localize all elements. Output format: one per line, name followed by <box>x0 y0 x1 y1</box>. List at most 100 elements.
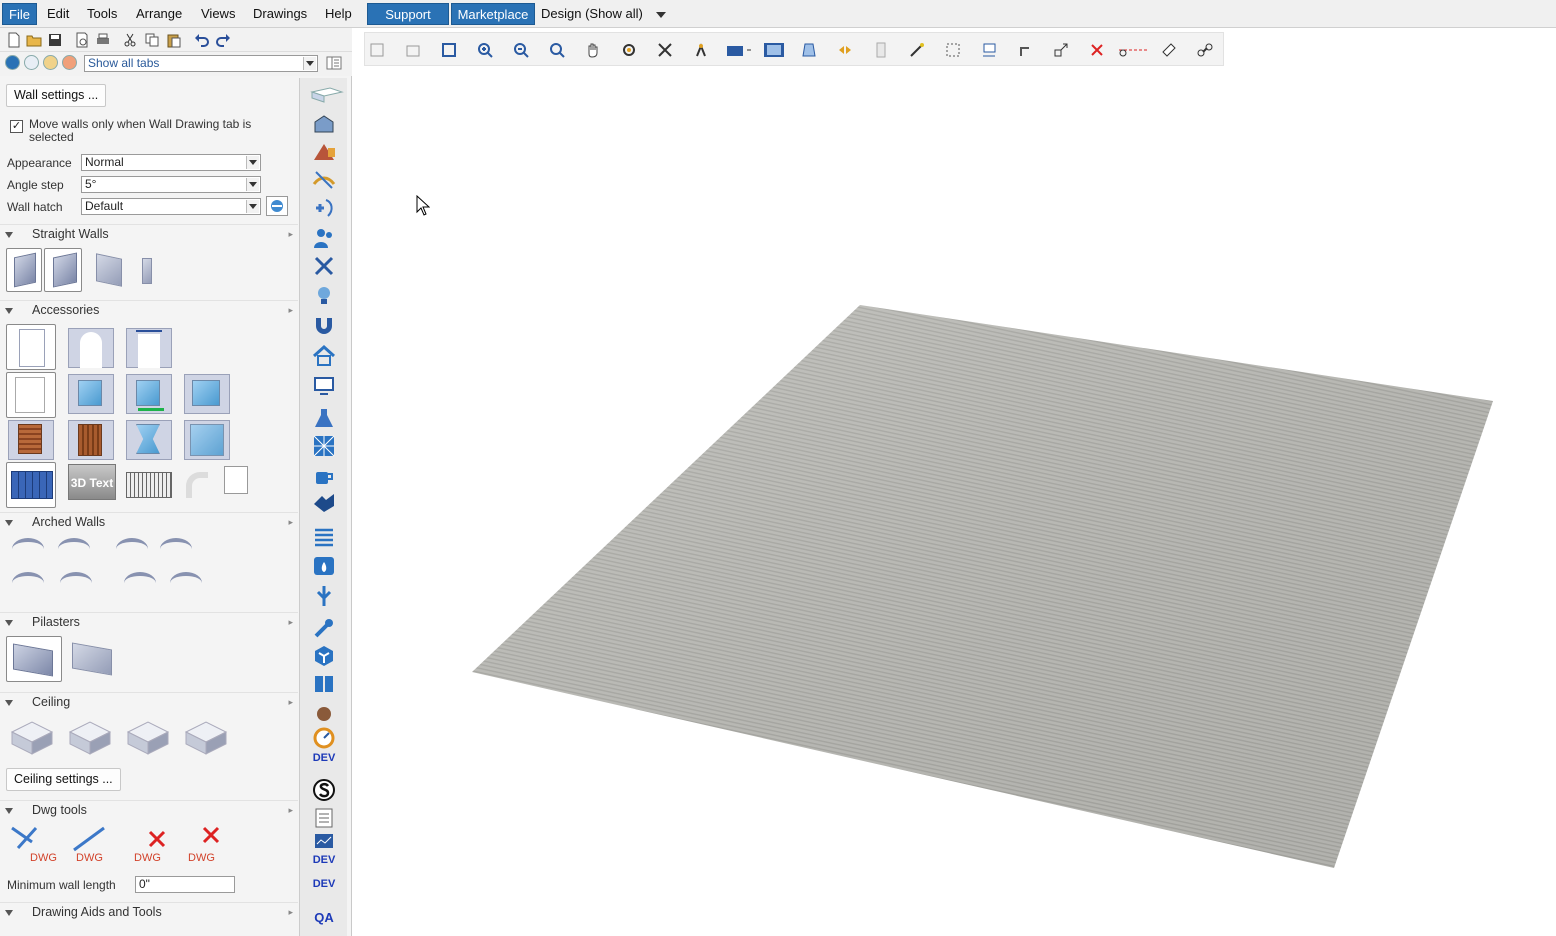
paste-icon[interactable] <box>166 32 182 48</box>
arched-wall-tool-7[interactable] <box>124 572 156 594</box>
appearance-select[interactable]: Normal <box>81 154 261 171</box>
angle-step-select[interactable]: 5° <box>81 176 261 193</box>
arched-wall-tool-1[interactable] <box>12 538 44 560</box>
arched-wall-tool-4[interactable] <box>160 538 192 560</box>
solar-panel-tool[interactable] <box>6 462 56 508</box>
window-tool[interactable] <box>66 372 116 418</box>
pilaster-tool-2[interactable] <box>66 636 122 682</box>
qa-tool-icon[interactable]: QA <box>312 906 336 930</box>
pilaster-tool-1[interactable] <box>6 636 62 682</box>
wall-settings-button[interactable]: Wall settings ... <box>6 84 107 107</box>
tab-right-icon[interactable] <box>62 55 77 70</box>
arched-wall-tool-5[interactable] <box>12 572 44 594</box>
panel-layout-icon[interactable] <box>326 55 342 71</box>
house-3d-icon[interactable] <box>312 112 336 136</box>
wall-panel-icon[interactable] <box>310 84 344 108</box>
lighting-icon[interactable] <box>312 284 336 308</box>
dwg-clear-tool[interactable]: DWG <box>178 824 228 870</box>
section-arched-walls[interactable]: Arched Walls ▸ <box>0 512 298 532</box>
book-icon[interactable] <box>312 672 336 696</box>
wall-hatch-select[interactable]: Default <box>81 198 261 215</box>
sketchup-icon[interactable] <box>312 644 336 668</box>
section-drawing-aids[interactable]: Drawing Aids and Tools ▸ <box>0 902 298 922</box>
section-straight-walls[interactable]: Straight Walls ▸ <box>0 224 298 244</box>
ceiling-tool-4[interactable] <box>184 718 228 758</box>
plumbing-icon[interactable] <box>312 196 336 220</box>
arched-wall-tool-3[interactable] <box>116 538 148 560</box>
chart-icon[interactable] <box>312 830 336 854</box>
tile-pattern-icon[interactable] <box>312 434 336 458</box>
section-dwg-tools[interactable]: Dwg tools ▸ <box>0 800 298 820</box>
drape-tool[interactable] <box>182 418 232 464</box>
straight-wall-tool-3[interactable] <box>88 248 128 292</box>
design-dropdown[interactable]: Design (Show all) <box>535 3 672 25</box>
door-tool[interactable] <box>6 324 56 370</box>
pin-icon[interactable] <box>5 55 20 70</box>
window-height-tool[interactable] <box>182 372 232 418</box>
fireplace-icon[interactable] <box>312 554 336 578</box>
hatch-preview-icon[interactable] <box>266 196 288 216</box>
pet-icon[interactable] <box>312 702 336 726</box>
layers-icon[interactable] <box>312 524 336 548</box>
cut-icon[interactable] <box>122 32 138 48</box>
save-icon[interactable] <box>47 32 63 48</box>
add-tab-icon[interactable] <box>24 55 39 70</box>
dwg-export-tool[interactable]: DWG <box>64 824 114 870</box>
3d-viewport[interactable] <box>356 28 1556 936</box>
s-logo-icon[interactable] <box>312 778 336 802</box>
gauge-icon[interactable] <box>312 726 336 750</box>
people-icon[interactable] <box>312 226 336 250</box>
dev-tool-icon-3[interactable]: DEV <box>312 878 336 902</box>
tree-icon[interactable] <box>312 584 336 608</box>
pipe-tool[interactable] <box>180 462 216 508</box>
copy-icon[interactable] <box>144 32 160 48</box>
curtain-tool[interactable] <box>124 418 174 464</box>
arched-wall-tool-6[interactable] <box>60 572 92 594</box>
tab-filter-select[interactable]: Show all tabs <box>84 55 318 72</box>
min-wall-length-input[interactable]: 0" <box>135 876 235 893</box>
arched-wall-tool-2[interactable] <box>58 538 90 560</box>
straight-wall-tool-2[interactable] <box>44 248 82 292</box>
menu-arrange[interactable]: Arrange <box>130 3 188 25</box>
new-file-icon[interactable] <box>6 32 22 48</box>
panel-tool[interactable] <box>6 372 56 418</box>
magnet-icon[interactable] <box>312 314 336 338</box>
home-icon[interactable] <box>312 344 336 368</box>
section-ceiling[interactable]: Ceiling ▸ <box>0 692 298 712</box>
print-icon[interactable] <box>95 32 111 48</box>
coffee-icon[interactable] <box>312 464 336 488</box>
move-walls-checkbox[interactable]: ✓ <box>10 120 23 133</box>
floor-plane[interactable] <box>356 28 1556 936</box>
menu-help[interactable]: Help <box>319 3 358 25</box>
redo-icon[interactable] <box>215 32 231 48</box>
straight-wall-tool-4[interactable] <box>134 248 164 292</box>
menu-file[interactable]: File <box>2 3 37 25</box>
materials-icon[interactable] <box>312 140 336 164</box>
print-preview-icon[interactable] <box>74 32 90 48</box>
dwg-remove-tool[interactable]: DWG <box>122 824 172 870</box>
menu-drawings[interactable]: Drawings <box>247 3 313 25</box>
flask-icon[interactable] <box>312 406 336 430</box>
straight-wall-tool-1[interactable] <box>6 248 42 292</box>
ceiling-settings-button[interactable]: Ceiling settings ... <box>6 768 121 791</box>
note-tool[interactable] <box>220 462 250 508</box>
handshake-icon[interactable] <box>312 490 336 514</box>
section-accessories[interactable]: Accessories ▸ <box>0 300 298 320</box>
tab-left-icon[interactable] <box>43 55 58 70</box>
dwg-import-tool[interactable]: DWG <box>8 824 58 870</box>
menu-views[interactable]: Views <box>195 3 241 25</box>
arched-wall-tool-8[interactable] <box>170 572 202 594</box>
tools-icon[interactable] <box>312 254 336 278</box>
landscape-icon[interactable] <box>312 168 336 192</box>
3d-text-tool[interactable]: 3D Text <box>66 462 116 508</box>
menu-tools[interactable]: Tools <box>81 3 123 25</box>
marketplace-button[interactable]: Marketplace <box>451 3 535 25</box>
open-folder-icon[interactable] <box>26 32 42 48</box>
undo-icon[interactable] <box>194 32 210 48</box>
dev-tool-icon-2[interactable]: DEV <box>312 854 336 878</box>
menu-edit[interactable]: Edit <box>41 3 75 25</box>
arch-opening-tool[interactable] <box>66 324 116 370</box>
window-sill-tool[interactable] <box>124 372 174 418</box>
support-button[interactable]: Support <box>367 3 449 25</box>
section-pilasters[interactable]: Pilasters ▸ <box>0 612 298 632</box>
